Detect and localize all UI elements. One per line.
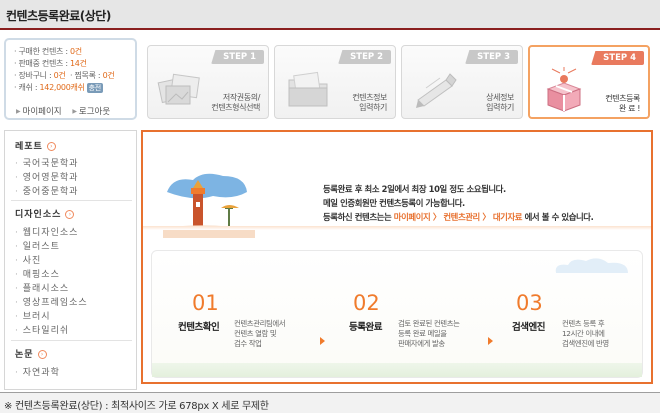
step-label: 컨텐츠등록 완 료 ! xyxy=(605,94,640,113)
sidebar-item[interactable]: 자연과학 xyxy=(15,365,60,378)
step-label: 상세정보 입력하기 xyxy=(486,93,514,112)
page-title: 컨텐츠등록완료(상단) xyxy=(6,9,111,23)
step-badge: STEP 1 xyxy=(211,50,264,64)
step-4: STEP 4 컨텐츠등록 완 료 ! xyxy=(528,45,650,119)
cash-stat: · 캐쉬 : 142,000캐쉬 충전 xyxy=(14,83,103,93)
purchased-stat: · 구매한 컨텐츠 : 0건 xyxy=(14,47,82,56)
step-number: 01 xyxy=(192,291,219,315)
process-title: 검색엔진 xyxy=(512,322,545,333)
mypage-link[interactable]: 마이페이지 xyxy=(16,107,62,117)
footer-text: ※ 컨텐츠등록완료(상단) : 최적사이즈 가로 678px X 세로 무제한 xyxy=(4,401,269,412)
sidebar-item[interactable]: 사진 xyxy=(15,253,41,266)
chevron-right-icon: › xyxy=(37,350,47,359)
step-label: 컨텐츠정보 입력하기 xyxy=(352,93,387,112)
section-design[interactable]: 디자인소스 › xyxy=(15,207,75,220)
cash-charge-button[interactable]: 충전 xyxy=(86,83,103,93)
section-report[interactable]: 레포트 › xyxy=(15,139,56,152)
arrow-right-icon xyxy=(488,337,493,345)
step-badge: STEP 3 xyxy=(465,50,518,64)
completion-panel: 등록완료 후 최소 2일에서 최장 10일 정도 소요됩니다. 메일 인증회원만… xyxy=(141,130,653,384)
sidebar-item[interactable]: 매핑소스 xyxy=(15,267,60,280)
step-3: STEP 3 상세정보 입력하기 xyxy=(401,45,523,119)
sidebar-item[interactable]: 브러시 xyxy=(15,309,51,322)
selling-stat: · 판매중 컨텐츠 : 14건 xyxy=(14,59,87,68)
process-title: 컨텐츠확인 xyxy=(178,322,220,333)
sidebar-item[interactable]: 영어영문학과 xyxy=(15,170,78,183)
process-desc: 컨텐츠관리팀에서 컨텐츠 열람 및 검수 작업 xyxy=(234,319,286,348)
divider xyxy=(11,340,132,341)
footer-caption: ※ 컨텐츠등록완료(상단) : 최적사이즈 가로 678px X 세로 무제한 xyxy=(0,392,660,413)
page-title-bar: 컨텐츠등록완료(상단) xyxy=(0,0,660,30)
path-highlight: 마이페이지 〉 컨텐츠관리 〉 대기자료 xyxy=(393,212,523,222)
step-1: STEP 1 저작권동의/컨텐츠형식선택 xyxy=(147,45,269,119)
ground-strip xyxy=(152,363,642,377)
process-box: 01 컨텐츠확인 컨텐츠관리팀에서 컨텐츠 열람 및 검수 작업 02 등록완료 검… xyxy=(151,250,643,378)
step-badge: STEP 2 xyxy=(338,50,391,64)
cloud-illustration xyxy=(555,258,628,273)
step-number: 02 xyxy=(353,291,380,315)
chevron-right-icon: › xyxy=(65,210,75,219)
sidebar-item[interactable]: 국어국문학과 xyxy=(15,156,78,169)
step-badge: STEP 4 xyxy=(591,51,644,65)
process-desc: 검토 완료된 컨텐츠는 등록 완료 메일을 판매자에게 발송 xyxy=(398,319,460,348)
user-links: 마이페이지 로그아웃 xyxy=(16,105,118,117)
sidebar-item[interactable]: 플래시소스 xyxy=(15,281,69,294)
arrow-right-icon xyxy=(320,337,325,345)
divider xyxy=(11,200,132,201)
sidebar-item[interactable]: 웹디자인소스 xyxy=(15,225,78,238)
category-sidebar: 레포트› 국어국문학과 영어영문학과 중어중문학과 디자인소스› 웹디자인소스 … xyxy=(4,130,137,390)
sidebar-item[interactable]: 스타일리쉬 xyxy=(15,323,69,336)
step-2: STEP 2 컨텐츠정보 입력하기 xyxy=(274,45,396,119)
user-info-box: · 구매한 컨텐츠 : 0건 · 판매중 컨텐츠 : 14건 · 장바구니 : … xyxy=(4,38,137,120)
cart-wish-stat: · 장바구니 : 0건 · 찜목록 : 0건 xyxy=(14,71,115,80)
chevron-right-icon: › xyxy=(46,142,56,151)
step-number: 03 xyxy=(516,291,543,315)
process-desc: 컨텐츠 등록 후 12시간 이내에 검색엔진에 반영 xyxy=(562,319,609,348)
step-label: 저작권동의/컨텐츠형식선택 xyxy=(211,93,260,112)
sidebar-item[interactable]: 중어중문학과 xyxy=(15,184,78,197)
completion-notice: 등록완료 후 최소 2일에서 최장 10일 정도 소요됩니다. 메일 인증회원만… xyxy=(323,184,594,222)
horizon-line xyxy=(143,226,651,230)
sidebar-item[interactable]: 영상프레임소스 xyxy=(15,295,88,308)
logout-link[interactable]: 로그아웃 xyxy=(72,107,110,117)
section-thesis[interactable]: 논문 › xyxy=(15,347,47,360)
process-title: 등록완료 xyxy=(349,322,382,333)
sidebar-item[interactable]: 일러스트 xyxy=(15,239,60,252)
